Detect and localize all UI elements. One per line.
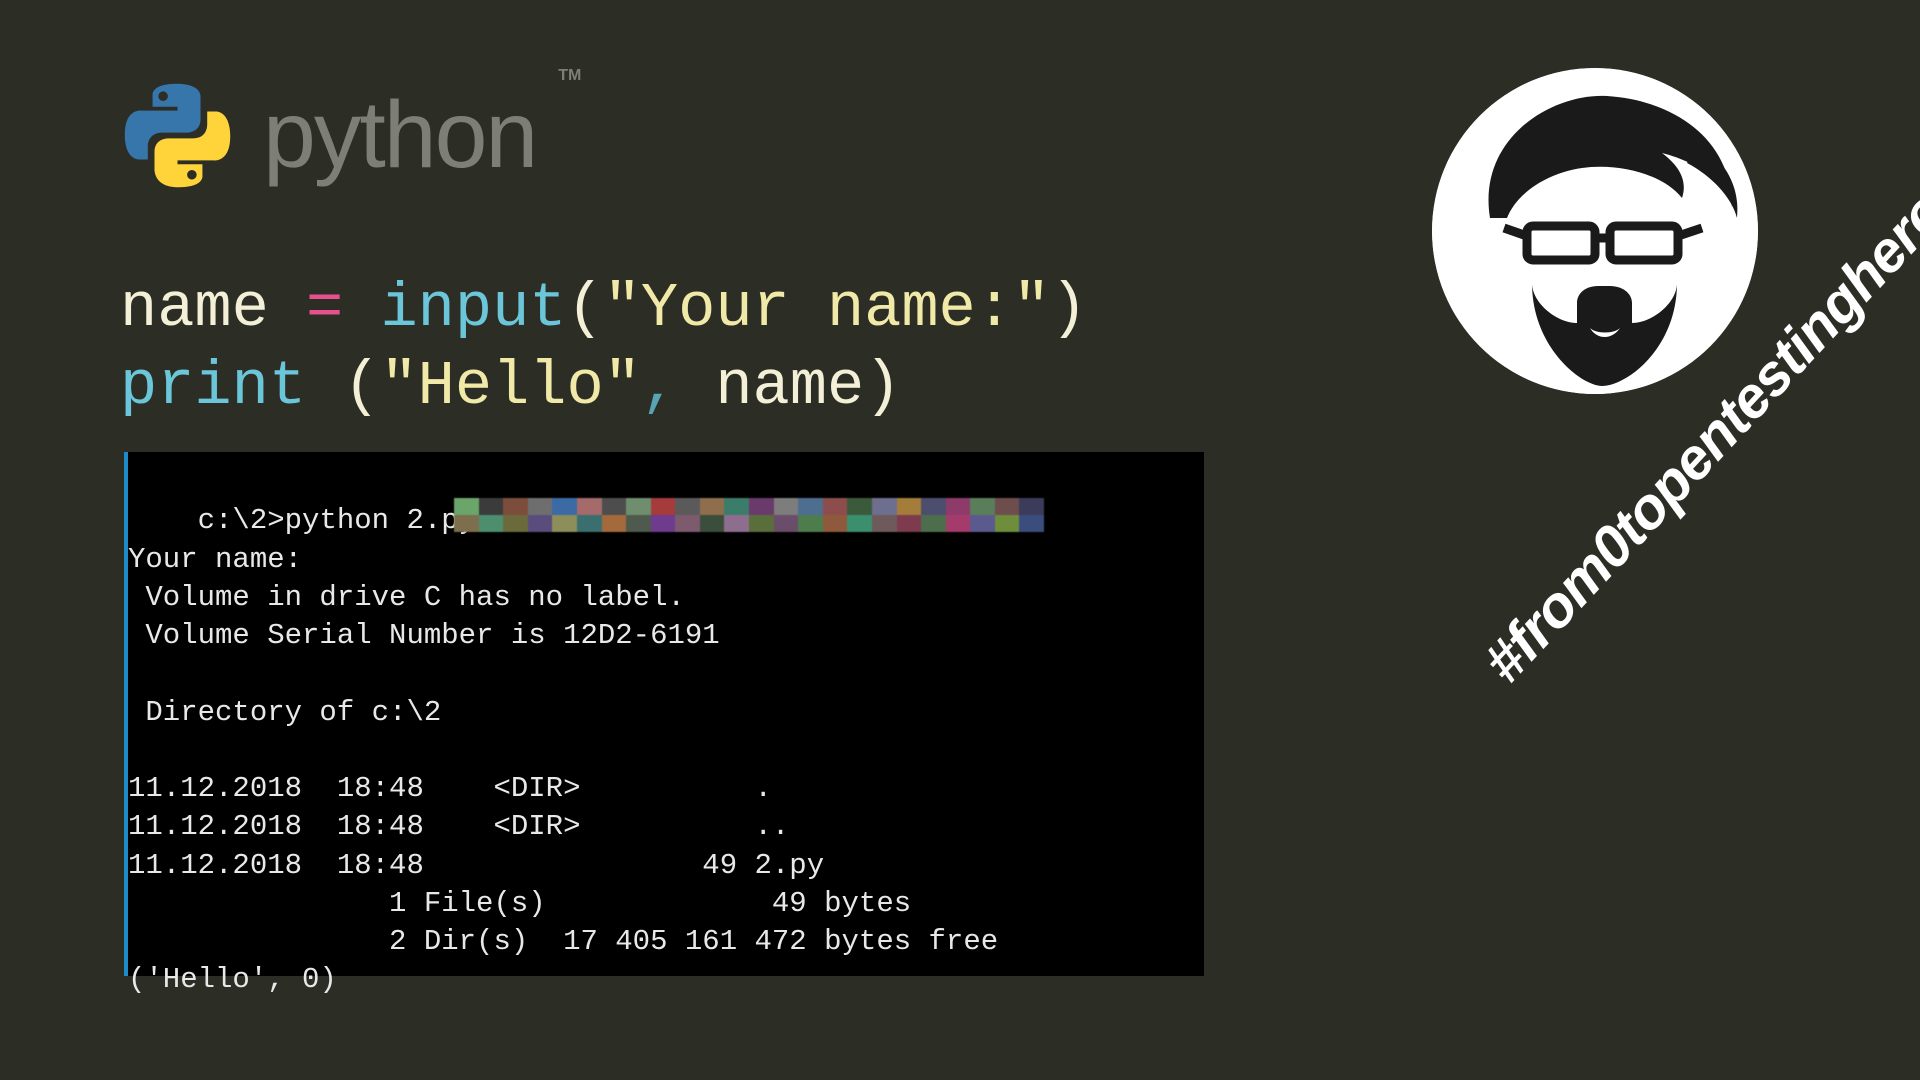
code-token-paren: ( — [566, 273, 603, 344]
code-token-string: "Hello" — [380, 351, 640, 422]
terminal-output: c:\2>python 2.py Your name: Volume in dr… — [128, 504, 998, 996]
python-logo: python TM — [120, 78, 587, 193]
slide: python TM name = input("Your name:") pri… — [0, 0, 1920, 1080]
author-avatar — [1432, 68, 1758, 394]
code-snippet: name = input("Your name:") print ("Hello… — [120, 270, 1087, 425]
redacted-input-pixelation — [454, 498, 1044, 532]
code-token-comma: , — [641, 351, 678, 422]
code-token-paren: ) — [1050, 273, 1087, 344]
trademark-label: TM — [558, 67, 581, 85]
terminal-window: c:\2>python 2.py Your name: Volume in dr… — [124, 452, 1204, 976]
code-token-operator: = — [269, 273, 381, 344]
python-logo-icon — [120, 78, 235, 193]
code-token-func: input — [380, 273, 566, 344]
code-token-paren: ( — [343, 351, 380, 422]
python-wordmark: python — [263, 81, 536, 190]
code-token-var: name — [120, 273, 269, 344]
code-token-var: name — [678, 351, 864, 422]
code-token-space — [306, 351, 343, 422]
code-token-string: "Your name:" — [604, 273, 1050, 344]
code-token-func: print — [120, 351, 306, 422]
code-token-paren: ) — [864, 351, 901, 422]
